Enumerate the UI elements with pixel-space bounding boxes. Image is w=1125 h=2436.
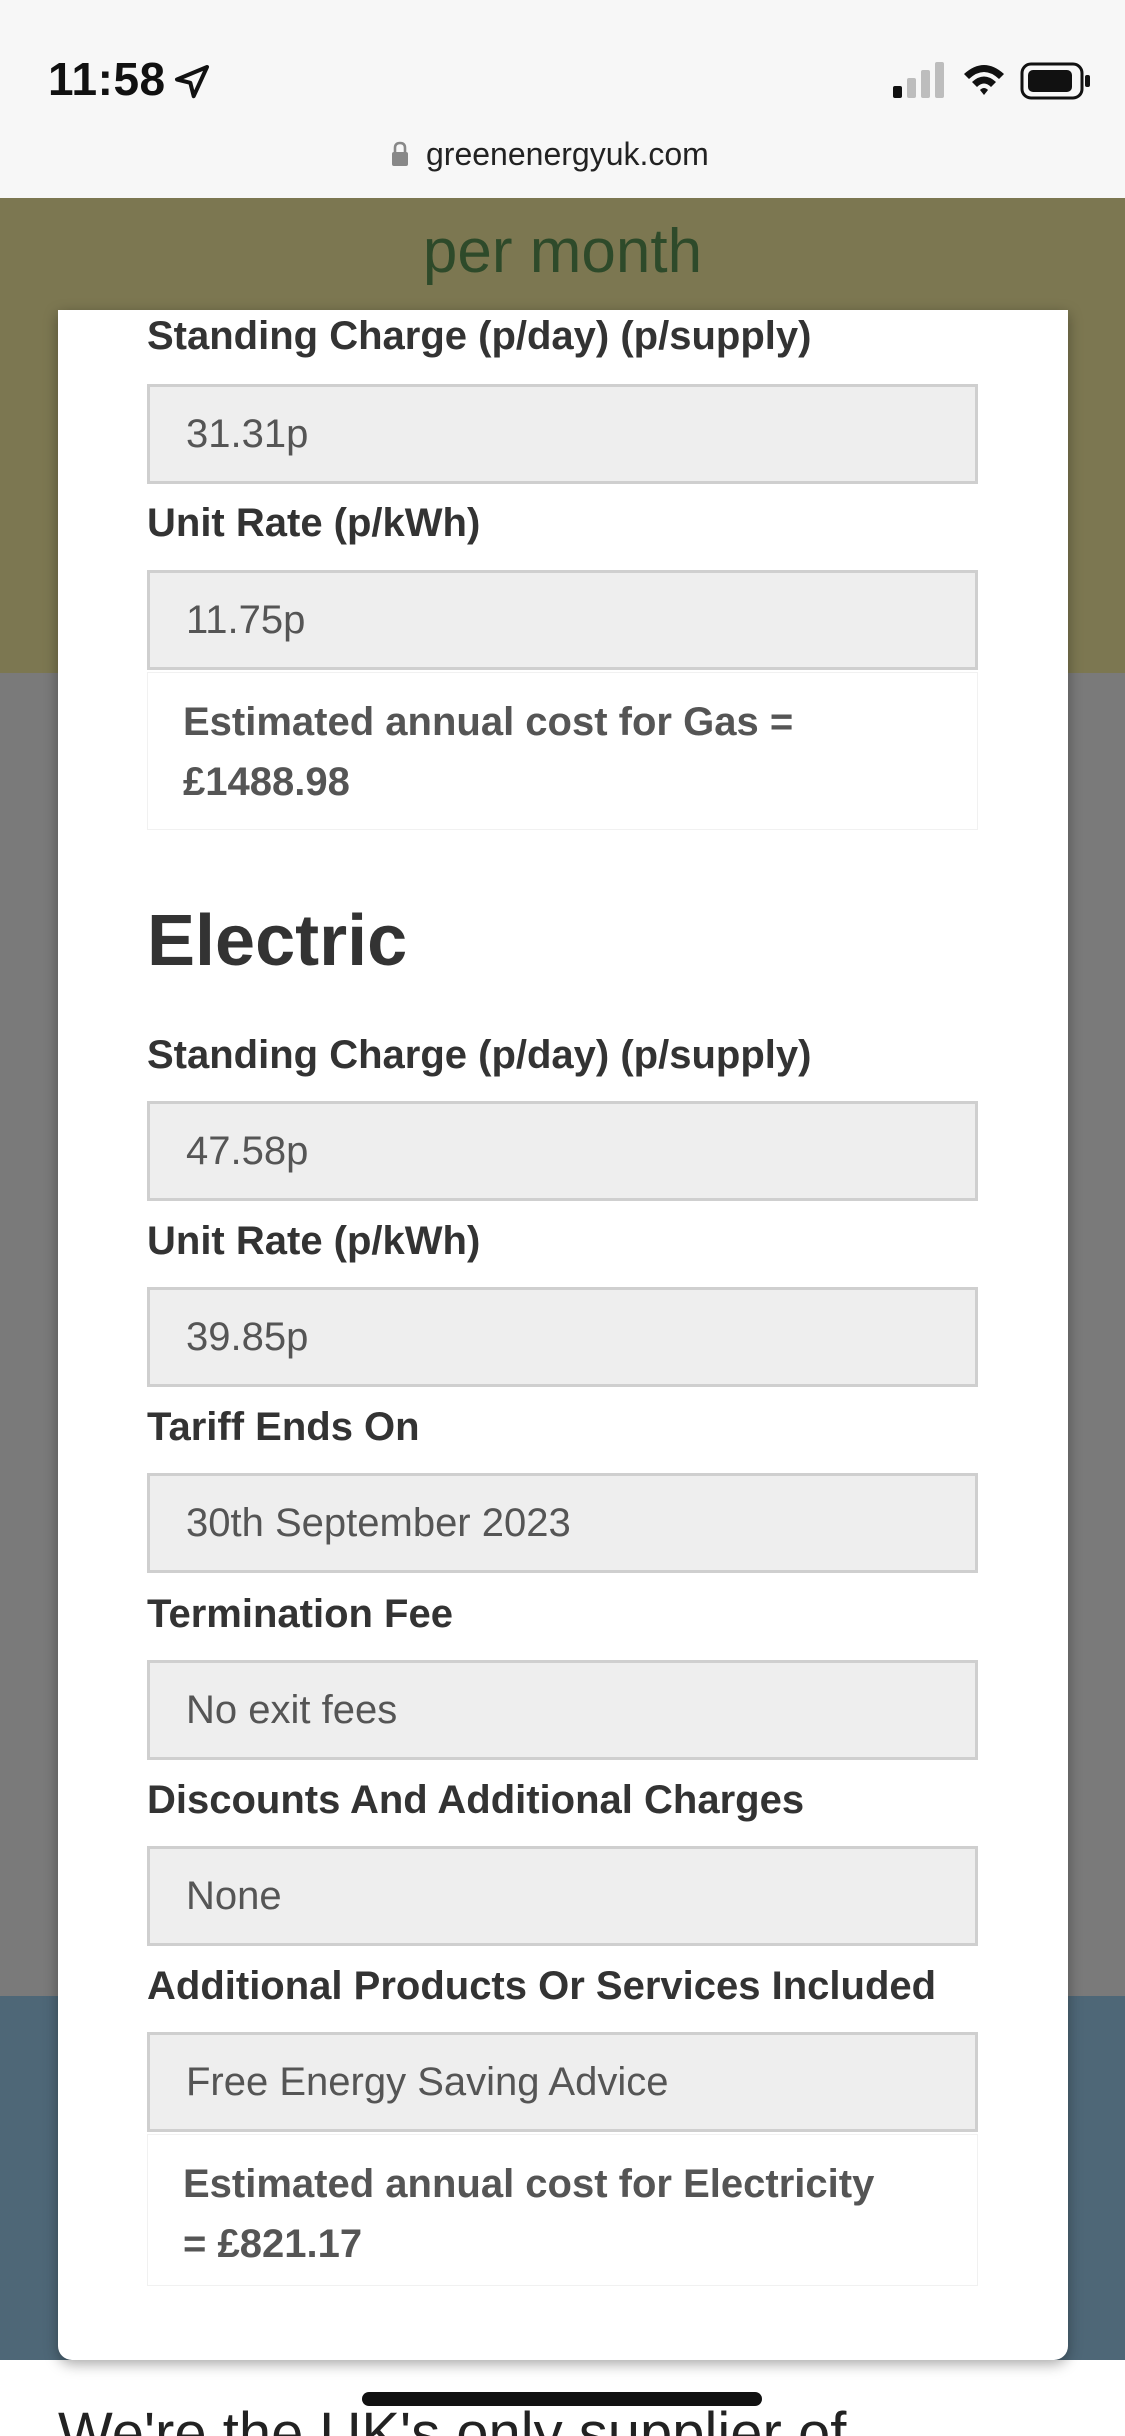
additional-products-label: Additional Products Or Services Included (147, 1964, 937, 2008)
electricity-estimate-line1: Estimated annual cost for Electricity (183, 2162, 875, 2206)
gas-unit-rate-field: 11.75p (147, 570, 978, 670)
gas-estimate-line1: Estimated annual cost for Gas = (183, 700, 794, 744)
tariff-ends-label: Tariff Ends On (147, 1405, 420, 1449)
url-text: greenenergyuk.com (426, 136, 709, 172)
electric-unit-rate-label: Unit Rate (p/kWh) (147, 1219, 481, 1263)
location-arrow-icon (175, 65, 209, 99)
termination-fee-field: No exit fees (147, 1660, 978, 1760)
gas-standing-charge-label: Standing Charge (p/day) (p/supply) (147, 314, 812, 358)
electric-standing-charge-field: 47.58p (147, 1101, 978, 1201)
electric-unit-rate-field: 39.85p (147, 1287, 978, 1387)
additional-products-field: Free Energy Saving Advice (147, 2032, 978, 2132)
gas-standing-charge-field: 31.31p (147, 384, 978, 484)
discounts-field: None (147, 1846, 978, 1946)
discounts-label: Discounts And Additional Charges (147, 1778, 805, 1822)
tariff-ends-field: 30th September 2023 (147, 1473, 978, 1573)
electricity-estimate-line2: = £821.17 (183, 2222, 363, 2266)
termination-fee-label: Termination Fee (147, 1592, 453, 1636)
electric-standing-charge-label: Standing Charge (p/day) (p/supply) (147, 1033, 812, 1077)
cellular-signal-icon (893, 62, 944, 98)
wifi-icon (964, 65, 1004, 95)
gas-estimated-cost: Estimated annual cost for Gas = £1488.98 (147, 672, 978, 830)
gas-estimate-line2: £1488.98 (183, 760, 350, 804)
electric-heading: Electric (147, 901, 408, 981)
background-header-text: per month (422, 217, 703, 286)
browser-address-bar[interactable]: greenenergyuk.com (0, 128, 1125, 198)
home-indicator[interactable] (362, 2392, 762, 2406)
status-time: 11:58 (48, 53, 166, 105)
battery-icon (1020, 62, 1090, 100)
lock-icon (392, 141, 408, 166)
electricity-estimated-cost: Estimated annual cost for Electricity = … (147, 2134, 978, 2286)
gas-unit-rate-label: Unit Rate (p/kWh) (147, 501, 481, 545)
status-bar: 11:58 (0, 0, 1125, 128)
